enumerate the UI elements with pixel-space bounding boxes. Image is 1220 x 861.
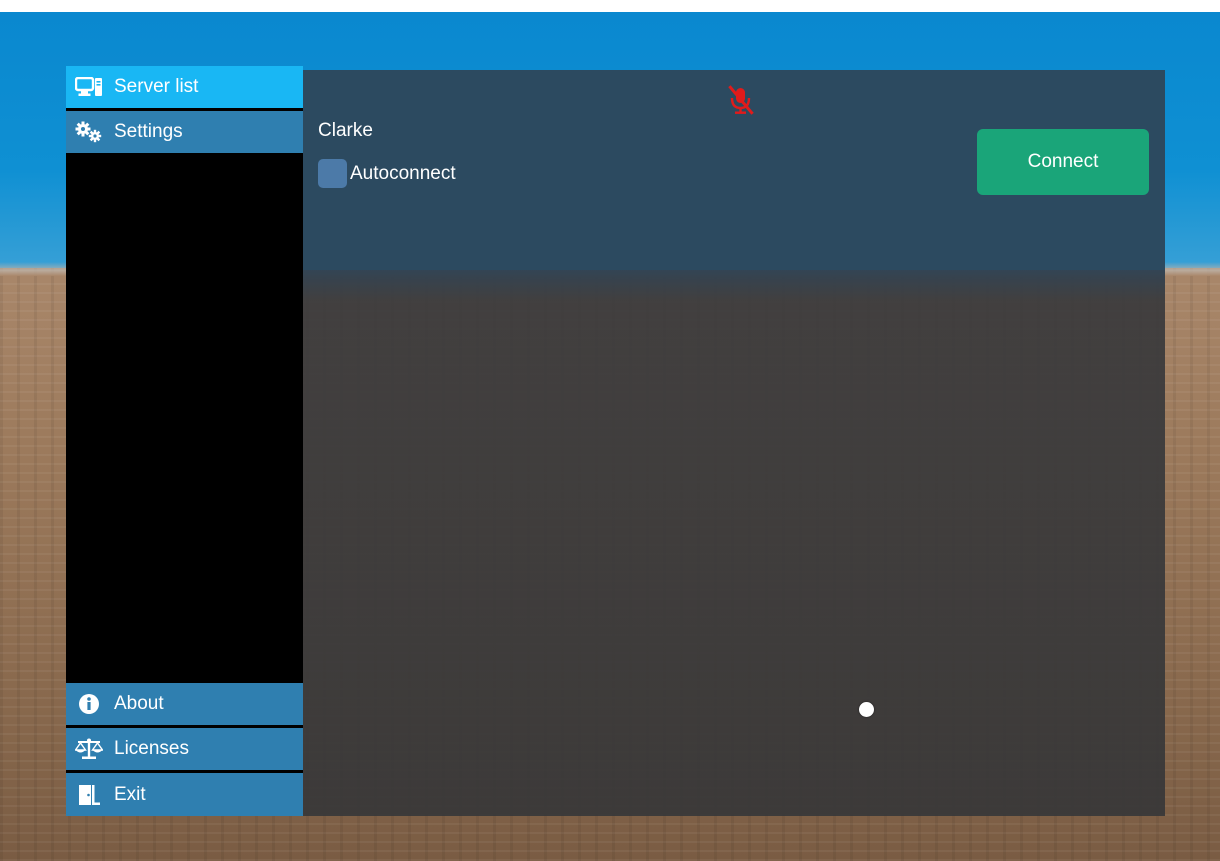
balance-scale-icon [74,737,104,761]
sidebar-item-exit[interactable]: Exit [66,773,303,816]
sidebar-item-label: Exit [114,783,146,805]
sidebar-item-label: Licenses [114,738,189,759]
connect-button[interactable]: Connect [977,129,1149,195]
mic-muted-icon [726,84,756,116]
pointer-cursor-dot [859,702,874,717]
door-exit-icon [74,783,104,807]
sidebar-item-about[interactable]: About [66,683,303,725]
sidebar-item-licenses[interactable]: Licenses [66,728,303,770]
sidebar-item-label: Settings [114,121,183,142]
info-icon [74,692,104,716]
top-margin [0,0,1220,12]
server-icon [74,75,104,99]
sidebar-item-label: Server list [114,76,199,97]
autoconnect-checkbox[interactable] [318,159,347,188]
autoconnect-toggle[interactable]: Autoconnect [318,159,456,188]
server-name: Clarke [318,120,373,141]
sidebar-item-settings[interactable]: Settings [66,111,303,153]
sidebar-item-label: About [114,693,164,714]
server-panel: Clarke Autoconnect Connect [303,70,1165,816]
gears-icon [74,120,104,144]
sidebar-item-server-list[interactable]: Server list [66,66,303,108]
autoconnect-label: Autoconnect [350,162,456,184]
sidebar: Server list Settings About Licenses Exit [66,66,303,816]
